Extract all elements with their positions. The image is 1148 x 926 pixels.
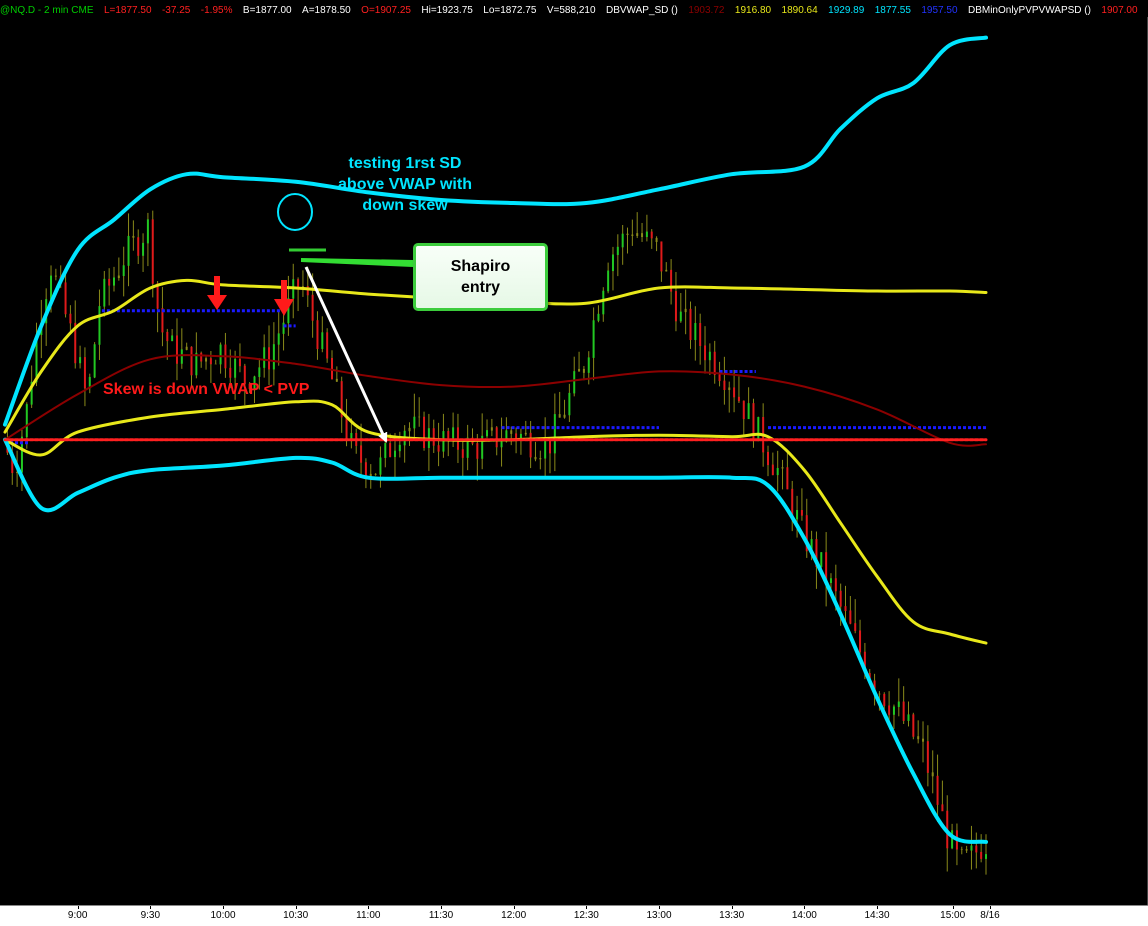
study2-value: 1907.00	[1101, 5, 1138, 16]
study1-value: 1916.80	[734, 5, 772, 16]
x-tick-label: 12:30	[573, 910, 599, 921]
x-tick-mark	[804, 906, 806, 909]
x-tick-mark	[731, 906, 733, 909]
annotation-skew: Skew is down VWAP < PVP	[103, 381, 310, 398]
chart-window: @NQ.D - 2 min CME L=1877.50 -37.25 -1.95…	[0, 0, 1148, 926]
x-tick-mark	[586, 906, 588, 909]
x-tick-label: 11:30	[428, 910, 454, 921]
x-tick-label: 9:00	[67, 910, 88, 921]
ask-price: A=1878.50	[302, 5, 351, 16]
symbol-label: @NQ.D - 2 min CME	[0, 5, 94, 16]
x-tick-mark	[77, 906, 79, 909]
x-tick-mark	[150, 906, 152, 909]
volume: V=588,210	[546, 5, 596, 16]
x-tick-label: 10:30	[283, 910, 309, 921]
x-tick-mark	[513, 906, 515, 909]
shapiro-entry-callout: Shapiro entry	[413, 243, 548, 311]
net-change-pct: -1.95%	[200, 5, 233, 16]
x-tick-label: 14:00	[791, 910, 817, 921]
x-axis: 9:00 9:30 10:00 10:30 11:00 11:30 12:00 12:30 13…	[0, 905, 1148, 926]
x-tick-label: 13:30	[719, 910, 745, 921]
last-price: L=1877.50	[103, 5, 152, 16]
x-tick-mark	[659, 906, 660, 909]
x-tick-mark	[295, 906, 297, 909]
annotation-testing-sd: testing 1rst SD above VWAP with down ske…	[338, 155, 472, 214]
open-price: O=1907.25	[361, 5, 411, 16]
plot-area-border	[1, 17, 1148, 905]
study2-name: DBMinOnlyPVPVWAPSD ()	[967, 5, 1091, 16]
chart-header: @NQ.D - 2 min CME L=1877.50 -37.25 -1.95…	[0, 0, 1148, 17]
x-tick-label: 12:00	[501, 910, 527, 921]
shapiro-entry-label: Shapiro entry	[450, 258, 511, 296]
x-tick-mark	[990, 906, 991, 909]
x-tick-mark	[952, 906, 954, 909]
x-tick-label: 14:30	[864, 910, 890, 921]
x-tick-mark	[223, 906, 224, 909]
x-tick-label: 11:00	[356, 910, 381, 921]
low-price: Lo=1872.75	[483, 5, 537, 16]
study1-value: 1877.55	[874, 5, 911, 16]
x-tick-mark	[368, 906, 370, 909]
study1-name: DBVWAP_SD ()	[605, 5, 678, 16]
x-tick-label: 13:00	[646, 910, 672, 921]
x-tick-label: 8/16	[980, 910, 1000, 921]
study1-value: 1929.89	[828, 5, 865, 16]
bid-price: B=1877.00	[242, 5, 292, 16]
x-tick-label: 10:00	[210, 910, 236, 921]
x-tick-label: 9:30	[140, 910, 161, 921]
study1-value: 1903.72	[688, 5, 725, 16]
x-tick-mark	[877, 906, 878, 909]
net-change: -37.25	[161, 5, 191, 16]
x-tick-mark	[441, 906, 442, 909]
high-price: Hi=1923.75	[421, 5, 473, 16]
study1-value: 1890.64	[781, 5, 818, 16]
study1-value: 1957.50	[921, 5, 958, 16]
x-tick-label: 15:00	[940, 910, 966, 921]
